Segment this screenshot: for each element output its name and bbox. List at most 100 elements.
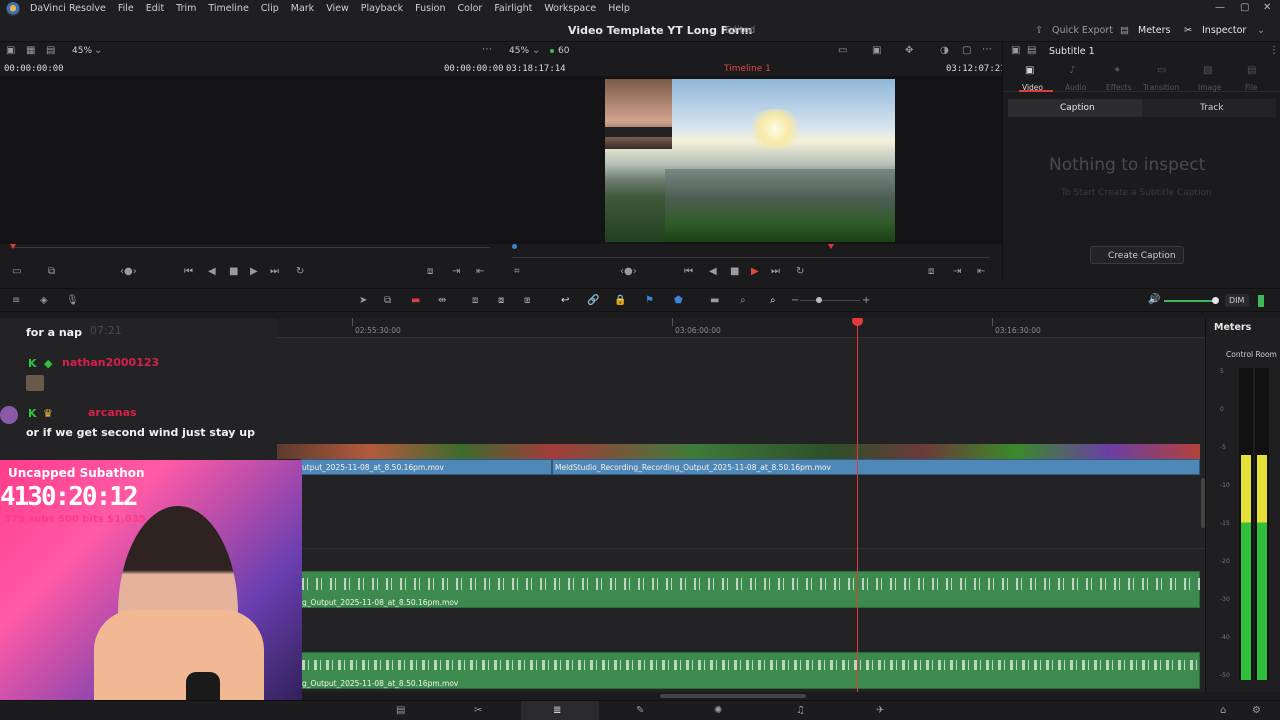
insert-icon[interactable]: ⧈ — [472, 296, 478, 306]
menu-file[interactable]: File — [112, 3, 140, 14]
go-to-start-icon[interactable]: ⏮ — [184, 267, 193, 277]
panel-icon[interactable]: ▣ — [1011, 46, 1020, 56]
subtab-caption[interactable]: Caption — [1060, 103, 1095, 113]
replace-icon[interactable]: ⧆ — [524, 296, 530, 306]
more-icon[interactable]: ⋯ — [482, 45, 492, 55]
match-frame-icon[interactable]: ⧈ — [928, 267, 934, 277]
zoom-slider-handle[interactable] — [816, 297, 822, 303]
loop-icon[interactable]: ↻ — [296, 267, 304, 277]
deliver-page-icon[interactable]: ✈ — [876, 706, 884, 716]
inspector-button[interactable]: Inspector — [1202, 25, 1246, 36]
timeline-zoom-select[interactable]: 45% — [509, 46, 529, 56]
audio-clip[interactable]: g_Output_2025-11-08_at_8.50.16pm.mov — [301, 652, 1201, 689]
snapping-icon[interactable]: ↩ — [561, 296, 569, 306]
chevron-down-icon[interactable]: ⌄ — [532, 46, 540, 56]
color-wheel-icon[interactable]: ◑ — [940, 46, 949, 56]
zoom-detail-icon[interactable]: ⌕ — [740, 296, 746, 306]
video-clip[interactable]: MeldStudio_Recording_Recording_Output_20… — [552, 459, 1200, 475]
timeline-ruler[interactable]: 02:55:30:00 03:06:00:00 03:16:30:00 — [277, 318, 1205, 338]
crop-icon[interactable]: ⌗ — [514, 267, 520, 277]
play-reverse-icon[interactable]: ◀ — [208, 267, 216, 277]
file-tab-icon[interactable]: ▤ — [1247, 66, 1256, 76]
dim-button[interactable]: DIM — [1225, 294, 1249, 307]
tab-effects[interactable]: Effects — [1106, 83, 1132, 92]
go-to-start-icon[interactable]: ⏮ — [684, 267, 693, 277]
zoom-out-icon[interactable]: − — [791, 296, 799, 306]
marker-icon[interactable]: ⬟ — [674, 296, 683, 306]
layout-icon[interactable]: ▦ — [26, 46, 35, 56]
viewer-options-icon[interactable]: ▭ — [838, 46, 847, 56]
menu-timeline[interactable]: Timeline — [202, 3, 254, 14]
prev-edit-icon[interactable]: ⇤ — [977, 267, 985, 277]
timeline-scrubber[interactable] — [512, 257, 990, 258]
tab-image[interactable]: Image — [1198, 83, 1222, 92]
create-caption-button[interactable]: Create Caption — [1090, 246, 1184, 264]
timeline-name-select[interactable]: Timeline 1 — [724, 64, 771, 74]
close-icon[interactable]: ✕ — [1263, 2, 1271, 13]
lock-icon[interactable]: 🔒 — [614, 296, 626, 306]
horizontal-scrollbar[interactable] — [660, 694, 806, 698]
source-zoom-select[interactable]: 45% — [72, 46, 92, 56]
layout-icon[interactable]: ▤ — [46, 46, 55, 56]
minimize-icon[interactable]: — — [1215, 2, 1225, 13]
menu-fairlight[interactable]: Fairlight — [488, 3, 538, 14]
volume-slider-handle[interactable] — [1212, 297, 1219, 304]
cut-page-icon[interactable]: ✂ — [474, 706, 482, 716]
microphone-icon[interactable]: 🎙 — [66, 296, 79, 306]
zoom-custom-icon[interactable]: ⌕ — [770, 296, 776, 306]
zoom-in-icon[interactable]: + — [862, 296, 870, 306]
menu-fusion[interactable]: Fusion — [409, 3, 451, 14]
fairlight-page-icon[interactable]: ♫ — [796, 706, 805, 716]
expand-icon[interactable]: ⌄ — [1257, 25, 1265, 36]
play-icon[interactable]: ▶ — [250, 267, 258, 277]
meters-button[interactable]: Meters — [1138, 25, 1170, 36]
overwrite-icon[interactable]: ⧇ — [498, 296, 504, 306]
quick-export-icon[interactable]: ⇪ — [1035, 25, 1043, 36]
inspector-icon[interactable]: ✂ — [1184, 25, 1192, 36]
menu-playback[interactable]: Playback — [355, 3, 409, 14]
menu-color[interactable]: Color — [452, 3, 489, 14]
prev-edit-icon[interactable]: ⇤ — [476, 267, 484, 277]
volume-slider[interactable] — [1164, 300, 1216, 302]
home-icon[interactable]: ⌂ — [1220, 706, 1226, 716]
audio-tab-icon[interactable]: ♪ — [1069, 66, 1075, 76]
menu-view[interactable]: View — [320, 3, 355, 14]
source-playhead-marker[interactable] — [10, 244, 16, 249]
jog-icon[interactable]: ‹●› — [120, 267, 137, 277]
zoom-slider[interactable] — [800, 300, 860, 301]
video-clip[interactable]: utput_2025-11-08_at_8.50.16pm.mov — [301, 459, 552, 475]
go-to-end-icon[interactable]: ⏭ — [270, 267, 279, 277]
transform-icon[interactable]: ✥ — [905, 46, 913, 56]
fusion-page-icon[interactable]: ✎ — [636, 706, 644, 716]
play-icon[interactable]: ▶ — [751, 267, 759, 277]
blade-tool-icon[interactable]: ▬ — [411, 296, 420, 306]
loop-icon[interactable]: ↻ — [796, 267, 804, 277]
flag-icon[interactable]: ⚑ — [645, 296, 654, 306]
meters-icon[interactable]: ▤ — [1120, 25, 1129, 36]
quick-export-button[interactable]: Quick Export — [1052, 25, 1113, 36]
effects-tab-icon[interactable]: ✦ — [1113, 66, 1121, 76]
edit-page-tab[interactable]: ≣ — [521, 701, 599, 720]
settings-icon[interactable]: ⚙ — [1252, 706, 1261, 716]
video-tab-icon[interactable]: ▣ — [1025, 66, 1034, 76]
in-point-marker[interactable] — [512, 244, 517, 249]
source-scrubber[interactable] — [10, 247, 490, 248]
window-icon[interactable]: ▢ — [962, 46, 971, 56]
media-page-icon[interactable]: ▤ — [396, 706, 405, 716]
subtab-track[interactable]: Track — [1200, 103, 1224, 113]
jog-icon[interactable]: ‹●› — [620, 267, 637, 277]
panel-icon[interactable]: ▤ — [1027, 46, 1036, 56]
layout-icon[interactable]: ▣ — [6, 46, 15, 56]
next-edit-icon[interactable]: ⇥ — [452, 267, 460, 277]
color-page-icon[interactable]: ✺ — [714, 706, 722, 716]
timeline-playhead-marker[interactable] — [828, 244, 834, 249]
options-icon[interactable]: ⋮ — [1269, 46, 1279, 56]
tab-transition[interactable]: Transition — [1143, 83, 1179, 92]
viewer-mode-icon[interactable]: ▣ — [872, 46, 881, 56]
menu-edit[interactable]: Edit — [140, 3, 170, 14]
source-viewer[interactable] — [0, 76, 500, 244]
menu-workspace[interactable]: Workspace — [538, 3, 602, 14]
layout-icon[interactable]: ≡ — [12, 296, 20, 306]
tab-audio[interactable]: Audio — [1065, 83, 1086, 92]
clip-icon[interactable]: ⧉ — [48, 267, 55, 277]
